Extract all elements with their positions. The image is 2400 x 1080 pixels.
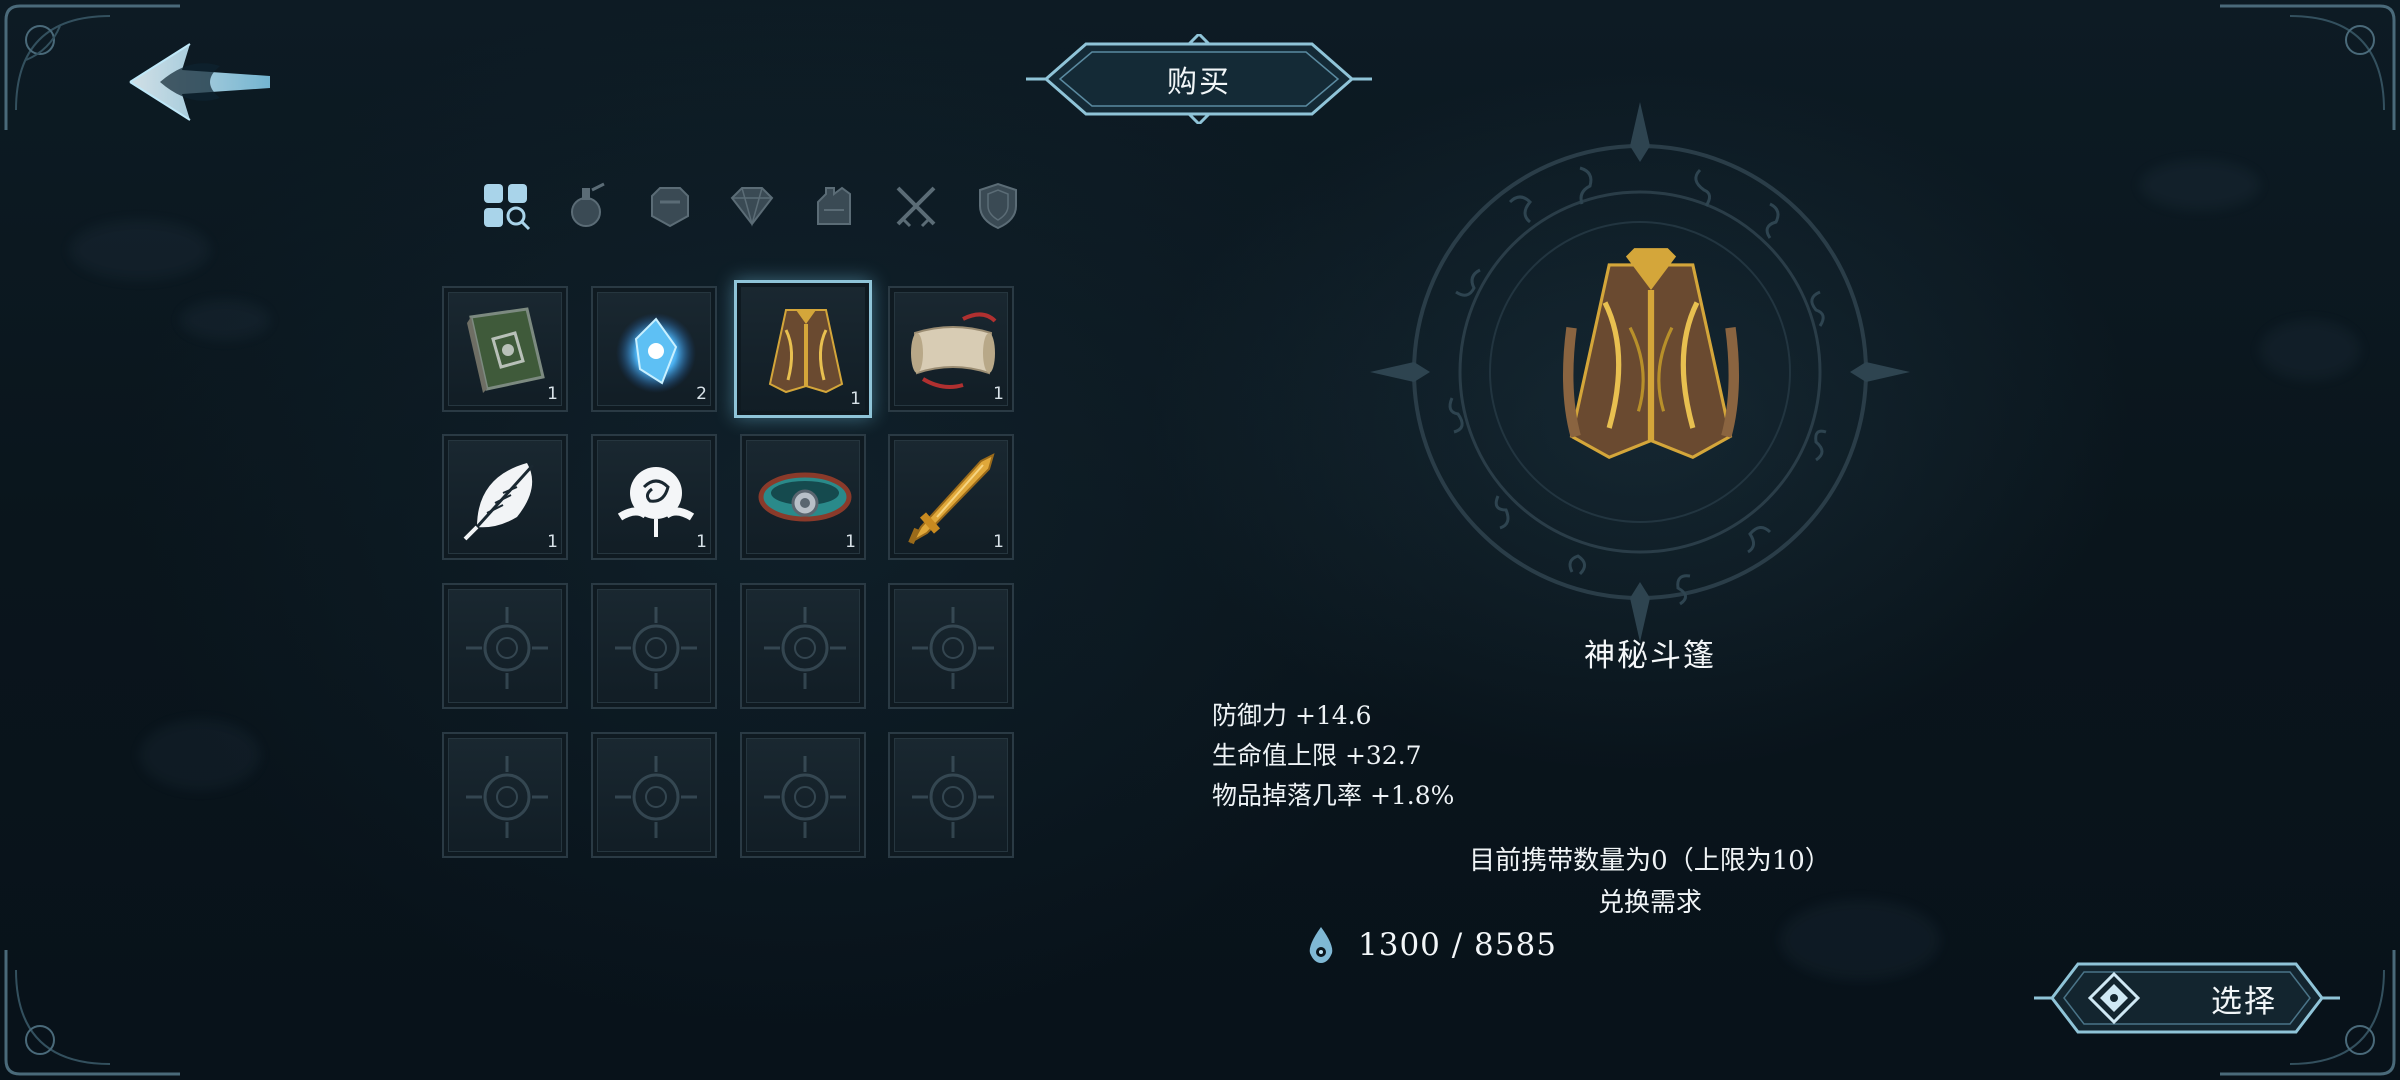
item-slot[interactable]: 1: [740, 434, 866, 560]
cost-value: 1300 / 8585: [1358, 927, 1557, 963]
bracelet-icon: [758, 472, 852, 522]
rune-emblem-icon: [466, 607, 548, 689]
green-tome-icon: [467, 307, 545, 393]
corner-ornament: [4, 950, 180, 1076]
item-slot-selected[interactable]: 1: [734, 280, 872, 418]
empty-slot[interactable]: [740, 732, 866, 858]
empty-slot[interactable]: [442, 732, 568, 858]
tab-armor[interactable]: [642, 178, 698, 234]
item-count: 1: [547, 384, 558, 404]
select-button-label: 选择: [2211, 983, 2277, 1020]
tab-shields[interactable]: [970, 178, 1026, 234]
all-items-icon: [484, 184, 531, 231]
item-stats: 防御力 +14.6 生命值上限 +32.7 物品掉落几率 +1.8%: [1212, 696, 1972, 832]
item-count: 2: [696, 384, 707, 404]
feather-icon: [463, 463, 535, 541]
description-faded: [1212, 818, 1972, 832]
scroll-icon: [911, 312, 997, 389]
tab-gems[interactable]: [724, 178, 780, 234]
rose-icon: [617, 467, 695, 537]
potion-icon: [571, 182, 605, 227]
stat-max-hp: 生命值上限 +32.7: [1212, 741, 1422, 770]
gauntlet-icon: [817, 186, 851, 225]
page-title: 购买: [1167, 65, 1231, 100]
shield-icon: [979, 182, 1017, 230]
back-arrow-icon[interactable]: [120, 36, 280, 128]
bg-decoration: [140, 720, 260, 790]
item-slot[interactable]: 1: [442, 286, 568, 412]
golden-sword-icon: [908, 453, 995, 545]
rune-emblem-icon: [615, 756, 697, 838]
carry-count-text: 目前携带数量为0（上限为10）: [1469, 846, 1831, 876]
rune-emblem-icon: [912, 756, 994, 838]
tab-weapons[interactable]: [888, 178, 944, 234]
tab-gauntlets[interactable]: [806, 178, 862, 234]
empty-slot[interactable]: [442, 583, 568, 709]
item-count: 1: [850, 389, 861, 409]
rune-emblem-icon: [764, 607, 846, 689]
item-count: 1: [696, 532, 707, 552]
tab-all-items[interactable]: [478, 178, 534, 234]
item-count: 1: [845, 532, 856, 552]
rune-emblem-icon: [912, 607, 994, 689]
item-slot[interactable]: 1: [888, 286, 1014, 412]
stat-defense: 防御力 +14.6: [1212, 701, 1372, 730]
helmet-icon: [651, 187, 689, 228]
gem-icon: [730, 187, 774, 227]
bg-decoration: [70, 220, 210, 280]
stat-drop-rate: 物品掉落几率 +1.8%: [1212, 781, 1455, 810]
shop-screen: 购买 1 2 1 1 1 1 1 1 神秘斗篷 防御力 +14.6 生命值上限 …: [0, 0, 2400, 1080]
empty-slot[interactable]: [591, 732, 717, 858]
empty-slot[interactable]: [888, 583, 1014, 709]
requirement-label: 兑换需求: [1597, 888, 1702, 918]
item-slot[interactable]: 2: [591, 286, 717, 412]
page-title-plate: 购买: [1026, 34, 1372, 124]
rune-emblem-icon: [466, 756, 548, 838]
bg-decoration: [2260, 320, 2360, 380]
crossed-swords-icon: [896, 186, 936, 228]
cloak-icon: [1563, 248, 1739, 460]
bg-decoration: [180, 300, 270, 340]
soul-drop-icon: [1309, 927, 1333, 963]
cloak-icon: [768, 309, 844, 394]
rune-emblem-icon: [615, 607, 697, 689]
bg-decoration: [2140, 160, 2260, 210]
cost-display: 1300 / 8585: [1306, 922, 1557, 968]
empty-slot[interactable]: [740, 583, 866, 709]
corner-ornament: [2220, 4, 2396, 130]
item-count: 1: [993, 532, 1004, 552]
item-slot[interactable]: 1: [591, 434, 717, 560]
item-count: 1: [547, 532, 558, 552]
empty-slot[interactable]: [888, 732, 1014, 858]
blue-crystal-icon: [616, 313, 696, 393]
item-name: 神秘斗篷: [1584, 638, 1716, 674]
item-count: 1: [993, 384, 1004, 404]
rune-emblem-icon: [764, 756, 846, 838]
empty-slot[interactable]: [591, 583, 717, 709]
select-button[interactable]: 选择: [2034, 956, 2340, 1040]
tab-potions[interactable]: [560, 178, 616, 234]
item-slot[interactable]: 1: [888, 434, 1014, 560]
item-slot[interactable]: 1: [442, 434, 568, 560]
